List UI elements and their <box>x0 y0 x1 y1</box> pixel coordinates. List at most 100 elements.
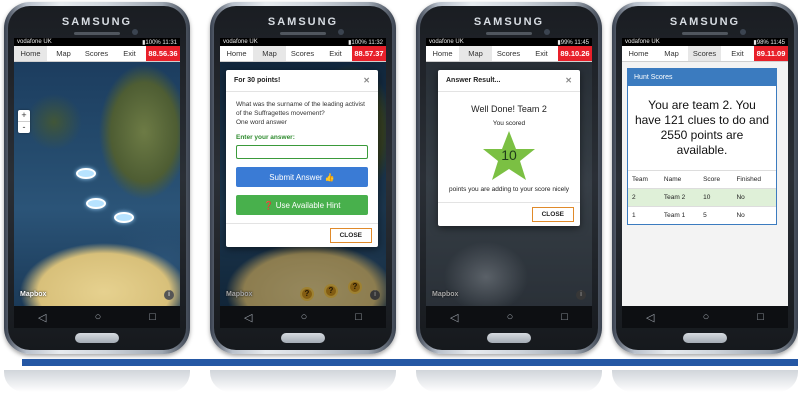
satellite-map[interactable]: + - Mapbox i <box>14 62 180 306</box>
phone-reflection <box>4 370 190 392</box>
tab-exit[interactable]: Exit <box>525 46 558 61</box>
home-icon[interactable]: ○ <box>301 311 308 323</box>
recents-icon[interactable]: □ <box>757 311 764 323</box>
status-right: ▮100% 11:31 <box>142 39 177 46</box>
tab-bar: Home Map Scores Exit 89.10.26 <box>426 46 592 62</box>
countdown-timer: 89.11.09 <box>754 46 788 61</box>
screen: vodafone UK ▮99% 11:45 Home Map Scores E… <box>426 38 592 306</box>
battery-level: 100% <box>351 39 367 46</box>
carrier-label: vodafone UK <box>223 39 258 45</box>
points-value: 10 <box>501 147 517 163</box>
clock: 11:32 <box>368 39 383 46</box>
clue-pin[interactable] <box>114 212 134 223</box>
carrier-label: vodafone UK <box>17 39 52 45</box>
status-bar: vodafone UK ▮100% 11:32 <box>220 38 386 46</box>
close-icon[interactable]: ✕ <box>363 76 370 85</box>
tab-scores[interactable]: Scores <box>286 46 319 61</box>
back-icon[interactable]: ◁ <box>38 311 46 324</box>
column-header: Team <box>628 170 660 189</box>
score-cell: 10 <box>699 188 733 207</box>
speaker-grill <box>280 32 326 35</box>
phone-brand: SAMSUNG <box>473 16 545 28</box>
clock: 11:45 <box>574 39 589 46</box>
home-button[interactable] <box>281 333 325 343</box>
panel-title: Hunt Scores <box>628 69 776 86</box>
back-icon[interactable]: ◁ <box>244 311 252 324</box>
answer-input[interactable] <box>236 145 368 159</box>
speaker-grill <box>682 32 728 35</box>
modal-header: For 30 points! ✕ <box>226 70 378 92</box>
clue-pin[interactable] <box>76 168 96 179</box>
name-cell: Team 1 <box>659 206 700 224</box>
modal-footer: CLOSE <box>226 223 378 247</box>
clock: 11:31 <box>162 39 177 46</box>
score-cell: 5 <box>699 206 733 224</box>
clue-pin[interactable] <box>86 198 106 209</box>
tab-scores[interactable]: Scores <box>492 46 525 61</box>
tab-home[interactable]: Home <box>14 46 47 61</box>
submit-label: Submit Answer <box>269 172 323 182</box>
tab-map[interactable]: Map <box>253 46 286 61</box>
modal-body: What was the surname of the leading acti… <box>226 92 378 223</box>
tab-map[interactable]: Map <box>47 46 80 61</box>
modal-footer: CLOSE <box>438 202 580 226</box>
recents-icon[interactable]: □ <box>355 311 362 323</box>
column-header: Score <box>699 170 733 189</box>
tab-scores[interactable]: Scores <box>688 46 721 61</box>
countdown-timer: 89.10.26 <box>558 46 592 61</box>
back-icon[interactable]: ◁ <box>646 311 654 324</box>
map-view: ? ? ? ? Mapbox i For 30 points! ✕ What w… <box>220 62 386 306</box>
close-button[interactable]: CLOSE <box>531 207 574 222</box>
use-hint-button[interactable]: ❓ Use Available Hint <box>236 195 368 215</box>
table-row: 1 Team 1 5 No <box>628 206 776 224</box>
modal-header: Answer Result... ✕ <box>438 70 580 92</box>
home-button[interactable] <box>683 333 727 343</box>
tab-exit[interactable]: Exit <box>721 46 754 61</box>
thumbs-up-icon: 👍 <box>324 172 335 182</box>
tab-map[interactable]: Map <box>459 46 492 61</box>
mapbox-attribution: Mapbox <box>20 291 47 298</box>
phone-reflection <box>210 370 396 392</box>
info-icon[interactable]: i <box>164 290 174 300</box>
tab-exit[interactable]: Exit <box>319 46 352 61</box>
android-nav-bar: ◁ ○ □ <box>426 306 592 328</box>
tab-home[interactable]: Home <box>426 46 459 61</box>
back-icon[interactable]: ◁ <box>450 311 458 324</box>
zoom-in-button[interactable]: + <box>18 110 30 121</box>
answer-format-hint: One word answer <box>236 119 287 126</box>
result-message: points you are adding to your score nice… <box>449 186 569 193</box>
accent-bar <box>22 359 798 366</box>
scores-background: Hunt Scores You are team 2. You have 121… <box>622 62 788 306</box>
phone-result: SAMSUNG vodafone UK ▮99% 11:45 Home Map … <box>416 2 602 354</box>
home-icon[interactable]: ○ <box>95 311 102 323</box>
home-icon[interactable]: ○ <box>507 311 514 323</box>
zoom-out-button[interactable]: - <box>18 121 30 133</box>
clock: 11:45 <box>770 39 785 46</box>
home-button[interactable] <box>75 333 119 343</box>
screen: vodafone UK ▮100% 11:31 Home Map Scores … <box>14 38 180 306</box>
tab-scores[interactable]: Scores <box>80 46 113 61</box>
tab-exit[interactable]: Exit <box>113 46 146 61</box>
close-icon[interactable]: ✕ <box>565 76 572 85</box>
android-nav-bar: ◁ ○ □ <box>14 306 180 328</box>
submit-answer-button[interactable]: Submit Answer 👍 <box>236 167 368 187</box>
scores-table: Team Name Score Finished 2 Team 2 10 No … <box>628 170 776 224</box>
question-text: What was the surname of the leading acti… <box>236 101 365 117</box>
carrier-label: vodafone UK <box>429 39 464 45</box>
result-modal: Answer Result... ✕ Well Done! Team 2 You… <box>438 70 580 226</box>
battery-level: 99% <box>560 39 573 46</box>
home-icon[interactable]: ○ <box>703 311 710 323</box>
recents-icon[interactable]: □ <box>561 311 568 323</box>
speaker-grill <box>74 32 120 35</box>
tab-map[interactable]: Map <box>655 46 688 61</box>
map-view[interactable]: + - Mapbox i <box>14 62 180 306</box>
battery-level: 98% <box>756 39 769 46</box>
tab-home[interactable]: Home <box>220 46 253 61</box>
modal-title: Answer Result... <box>446 77 501 84</box>
android-nav-bar: ◁ ○ □ <box>622 306 788 328</box>
recents-icon[interactable]: □ <box>149 311 156 323</box>
home-button[interactable] <box>487 333 531 343</box>
android-nav-bar: ◁ ○ □ <box>220 306 386 328</box>
tab-home[interactable]: Home <box>622 46 655 61</box>
close-button[interactable]: CLOSE <box>329 228 372 243</box>
